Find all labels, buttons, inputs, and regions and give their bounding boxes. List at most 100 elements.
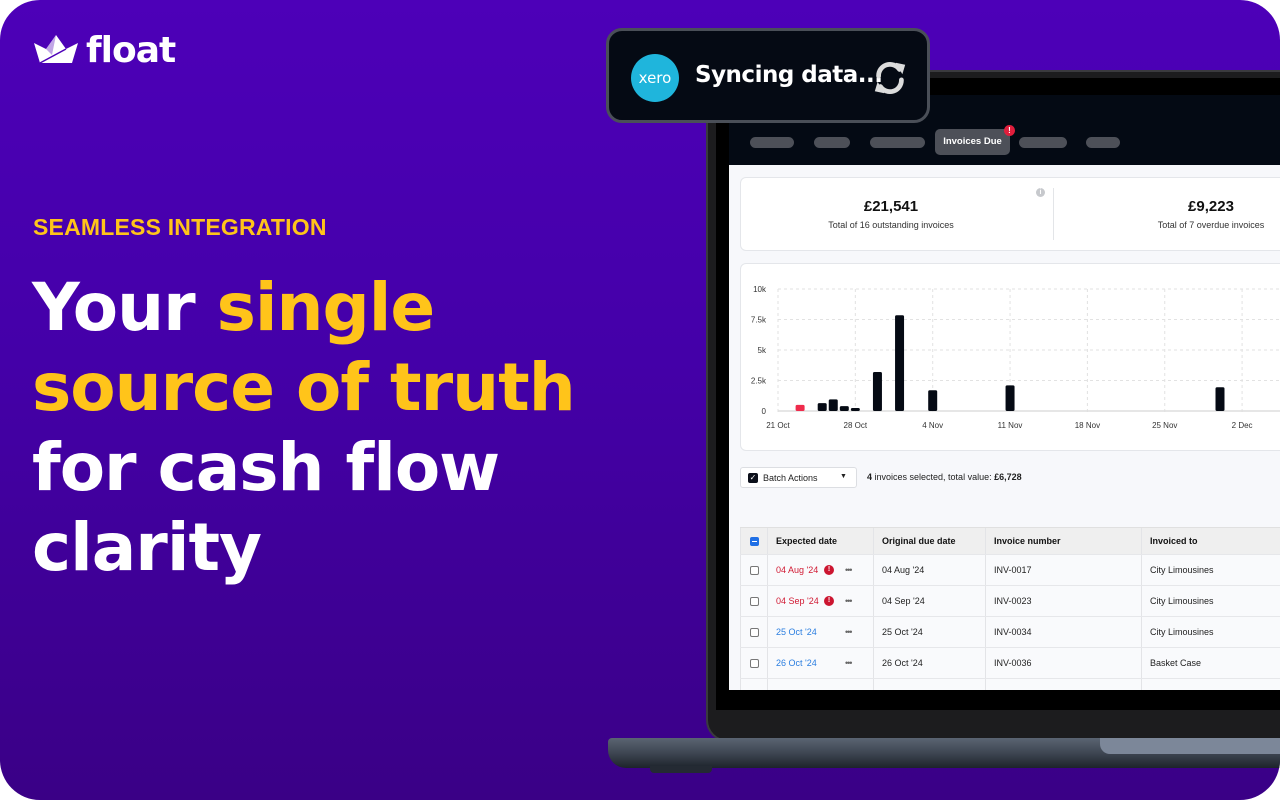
x-tick-label: 21 Oct xyxy=(766,421,790,430)
bar xyxy=(1005,385,1015,411)
bar xyxy=(817,403,827,411)
overdue-alert-icon: ! xyxy=(824,565,834,575)
overdue-summary: £9,223 Total of 7 overdue invoices xyxy=(1121,198,1280,230)
bar-chart: 0 2.5k 5k 7.5k 10k 21 Oct 28 Oct 4 Nov 11 Nov 18 … xyxy=(751,285,1280,430)
x-tick-label: 28 Oct xyxy=(844,421,868,430)
more-options-icon[interactable]: ••• xyxy=(845,565,853,575)
original-due-date: 04 Aug '24 xyxy=(873,555,985,585)
nav-tab-placeholder[interactable] xyxy=(1019,137,1067,148)
select-all-cell[interactable] xyxy=(740,528,767,554)
y-tick-label: 10k xyxy=(753,285,767,294)
expected-date-cell xyxy=(767,679,873,690)
xero-logo: xero xyxy=(631,54,679,102)
bar xyxy=(1215,387,1225,411)
expected-date[interactable]: 04 Aug '24 xyxy=(776,565,818,575)
invoiced-to: City Limousines xyxy=(1141,555,1280,585)
nav-tab-placeholder[interactable] xyxy=(1086,137,1120,148)
nav-tab-placeholder[interactable] xyxy=(870,137,925,148)
row-checkbox[interactable] xyxy=(750,627,759,637)
row-checkbox[interactable] xyxy=(750,596,759,606)
overdue-label: Total of 7 overdue invoices xyxy=(1157,220,1265,230)
tab-invoices-due[interactable]: Invoices Due ! xyxy=(935,125,1015,155)
info-icon[interactable]: i xyxy=(1036,188,1045,197)
x-tick-label: 18 Nov xyxy=(1075,421,1100,430)
checkbox-checked-icon: ✓ xyxy=(748,473,758,483)
float-logo: float xyxy=(32,30,176,71)
headline-highlight: single xyxy=(216,269,436,346)
original-due-date xyxy=(873,679,985,690)
row-checkbox[interactable] xyxy=(750,565,759,575)
x-tick-label: 2 Dec xyxy=(1232,421,1253,430)
laptop-base-notch xyxy=(1100,738,1280,754)
table-row[interactable]: 04 Aug '24 ! ••• 04 Aug '24 INV-0017 Cit… xyxy=(740,555,1280,586)
table-row[interactable]: 25 Oct '24 ••• 25 Oct '24 INV-0034 City … xyxy=(740,617,1280,648)
overdue-total: £9,223 xyxy=(1188,198,1234,215)
outstanding-total: £21,541 xyxy=(863,198,919,215)
invoice-number: INV-0036 xyxy=(985,648,1141,678)
selected-total: £6,728 xyxy=(994,472,1022,482)
header-invoiced-to[interactable]: Invoiced to xyxy=(1141,528,1280,554)
bar xyxy=(872,371,882,411)
invoice-number: INV-0034 xyxy=(985,617,1141,647)
nav-tab-placeholder[interactable] xyxy=(750,137,794,148)
invoice-summary-card: £21,541 Total of 16 outstanding invoices… xyxy=(740,177,1280,251)
sync-message: Syncing data... xyxy=(695,62,883,88)
invoiced-to: City Limousines xyxy=(1141,586,1280,616)
alert-badge: ! xyxy=(1004,125,1015,136)
invoiced-to: Basket Case xyxy=(1141,648,1280,678)
sync-icon xyxy=(874,61,906,95)
expected-date-cell: 26 Oct '24 ••• xyxy=(767,648,873,678)
more-options-icon[interactable]: ••• xyxy=(845,596,853,606)
outstanding-summary: £21,541 Total of 16 outstanding invoices xyxy=(801,198,981,230)
original-due-date: 25 Oct '24 xyxy=(873,617,985,647)
y-tick-label: 5k xyxy=(758,346,767,355)
row-select-cell xyxy=(740,555,767,585)
overdue-alert-icon: ! xyxy=(824,596,834,606)
invoice-number: INV-0023 xyxy=(985,586,1141,616)
more-options-icon[interactable]: ••• xyxy=(845,627,853,637)
sync-toast: xero Syncing data... xyxy=(606,28,930,123)
promo-canvas: float SEAMLESS INTEGRATION Your single s… xyxy=(0,0,1280,800)
caret-down-icon: ▼ xyxy=(840,473,847,480)
select-all-checkbox[interactable] xyxy=(750,536,759,546)
headline-part: Your xyxy=(32,269,217,346)
expected-date[interactable]: 26 Oct '24 xyxy=(776,658,817,668)
brand-name: float xyxy=(86,30,176,71)
y-tick-label: 2.5k xyxy=(751,377,767,386)
more-options-icon[interactable]: ••• xyxy=(845,658,853,668)
outstanding-label: Total of 16 outstanding invoices xyxy=(828,220,954,230)
batch-actions-dropdown[interactable]: ✓ Batch Actions ▼ xyxy=(740,467,857,488)
x-tick-label: 4 Nov xyxy=(922,421,943,430)
table-row-partial[interactable] xyxy=(740,679,1280,690)
expected-date[interactable]: 25 Oct '24 xyxy=(776,627,817,637)
row-select-cell xyxy=(740,617,767,647)
bar xyxy=(928,390,938,411)
nav-tab-placeholder[interactable] xyxy=(814,137,850,148)
row-select-cell xyxy=(740,648,767,678)
bar xyxy=(895,315,905,411)
table-row[interactable]: 04 Sep '24 ! ••• 04 Sep '24 INV-0023 Cit… xyxy=(740,586,1280,617)
bar xyxy=(850,407,860,411)
tab-label: Invoices Due xyxy=(943,136,1002,147)
header-expected-date[interactable]: Expected date xyxy=(767,528,873,554)
batch-actions-label: Batch Actions xyxy=(763,473,818,483)
invoice-number xyxy=(985,679,1141,690)
original-due-date: 04 Sep '24 xyxy=(873,586,985,616)
x-tick-label: 25 Nov xyxy=(1152,421,1177,430)
eyebrow-text: SEAMLESS INTEGRATION xyxy=(33,214,327,240)
header-original-due-date[interactable]: Original due date xyxy=(873,528,985,554)
expected-date[interactable]: 04 Sep '24 xyxy=(776,596,819,606)
selected-text: invoices selected, total value: xyxy=(872,472,995,482)
paper-boat-icon xyxy=(34,34,78,64)
header-invoice-number[interactable]: Invoice number xyxy=(985,528,1141,554)
bar xyxy=(828,399,838,411)
headline-part: clarity xyxy=(32,509,262,586)
y-tick-label: 7.5k xyxy=(751,316,767,325)
row-checkbox[interactable] xyxy=(750,658,759,668)
original-due-date: 26 Oct '24 xyxy=(873,648,985,678)
table-row[interactable]: 26 Oct '24 ••• 26 Oct '24 INV-0036 Baske… xyxy=(740,648,1280,679)
row-select-cell xyxy=(740,679,767,690)
expected-date-cell: 04 Sep '24 ! ••• xyxy=(767,586,873,616)
invoice-number: INV-0017 xyxy=(985,555,1141,585)
divider xyxy=(1053,188,1054,240)
